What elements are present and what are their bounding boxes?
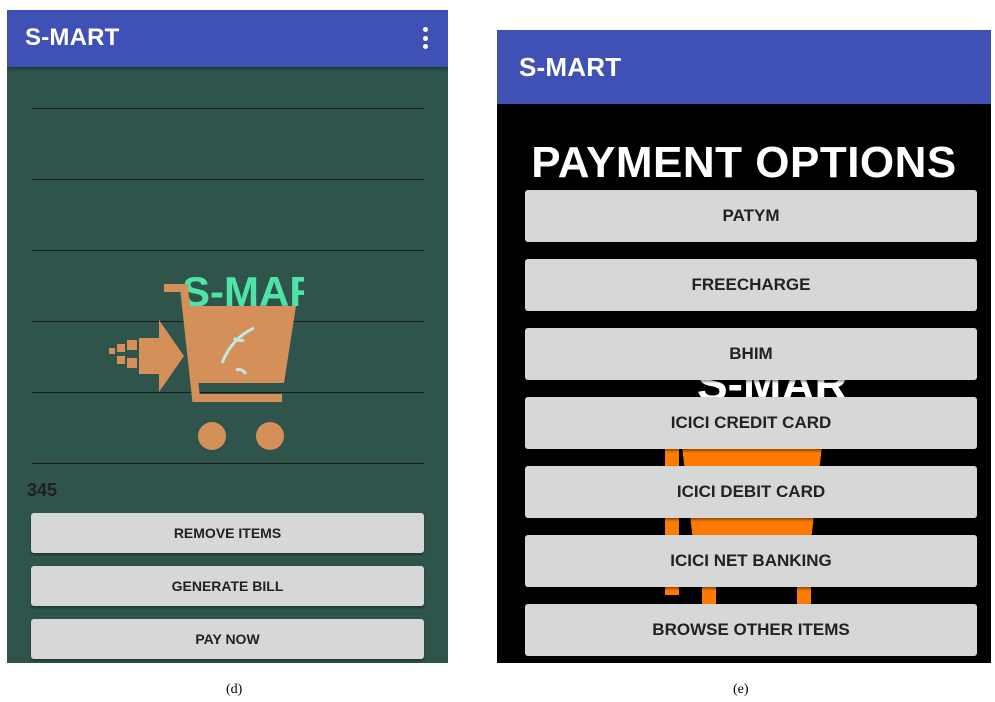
option-icici-debit-card-button[interactable]: ICICI DEBIT CARD [525,466,977,518]
remove-items-button[interactable]: REMOVE ITEMS [31,513,424,553]
option-paytm-button[interactable]: PATYM [525,190,977,242]
option-bhim-button[interactable]: BHIM [525,328,977,380]
list-divider [32,179,424,180]
payment-options-screen: S-MART PAYMENT OPTIONS S-MART PATYM FREE… [497,30,991,663]
cart-screen: S-MART S-MART 345 REMOVE ITEMS [7,10,448,663]
option-icici-credit-card-button[interactable]: ICICI CREDIT CARD [525,397,977,449]
total-amount: 345 [27,480,58,500]
browse-other-items-button[interactable]: BROWSE OTHER ITEMS [525,604,977,656]
figure-caption: (d) [226,682,243,697]
app-bar: S-MART [7,10,448,67]
cart-icon [665,420,825,635]
smart-logo: S-MART [109,268,304,450]
generate-bill-button[interactable]: GENERATE BILL [31,566,424,606]
overflow-menu-icon[interactable] [420,24,430,52]
cart-icon [164,284,296,450]
app-title: S-MART [25,24,120,51]
option-freecharge-button[interactable]: FREECHARGE [525,259,977,311]
arrow-icon [109,320,184,392]
figure-caption: (e) [733,682,749,697]
payment-options-heading: PAYMENT OPTIONS [531,138,957,187]
list-divider [32,108,424,109]
option-icici-net-banking-button[interactable]: ICICI NET BANKING [525,535,977,587]
app-bar: S-MART [497,30,991,104]
pay-now-button[interactable]: PAY NOW [31,619,424,659]
list-divider [32,463,424,464]
app-title: S-MART [519,52,622,82]
list-divider [32,250,424,251]
